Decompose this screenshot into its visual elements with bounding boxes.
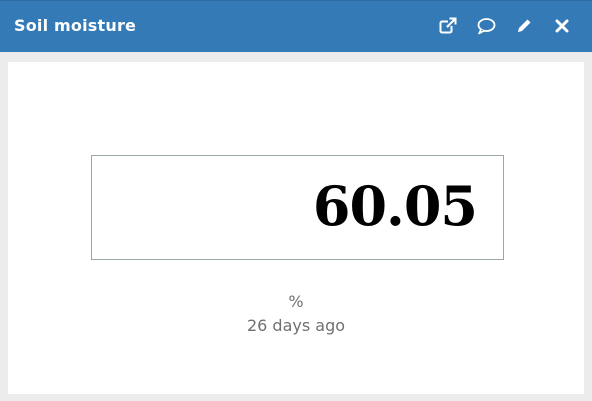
widget-body: 60.05 % 26 days ago: [8, 62, 584, 394]
widget-title: Soil moisture: [14, 16, 137, 35]
soil-moisture-widget: Soil moisture 60.05 % 26 days ago: [0, 0, 592, 401]
last-updated: 26 days ago: [246, 316, 346, 335]
widget-header: Soil moisture: [0, 0, 592, 52]
close-icon[interactable]: [552, 16, 572, 36]
comment-icon[interactable]: [476, 16, 496, 36]
widget-toolbar: [438, 14, 572, 38]
moisture-value: 60.05: [312, 174, 478, 238]
external-link-icon[interactable]: [438, 16, 458, 36]
value-display: 60.05: [91, 155, 504, 260]
unit-label: %: [288, 292, 304, 311]
pencil-icon[interactable]: [514, 16, 534, 36]
